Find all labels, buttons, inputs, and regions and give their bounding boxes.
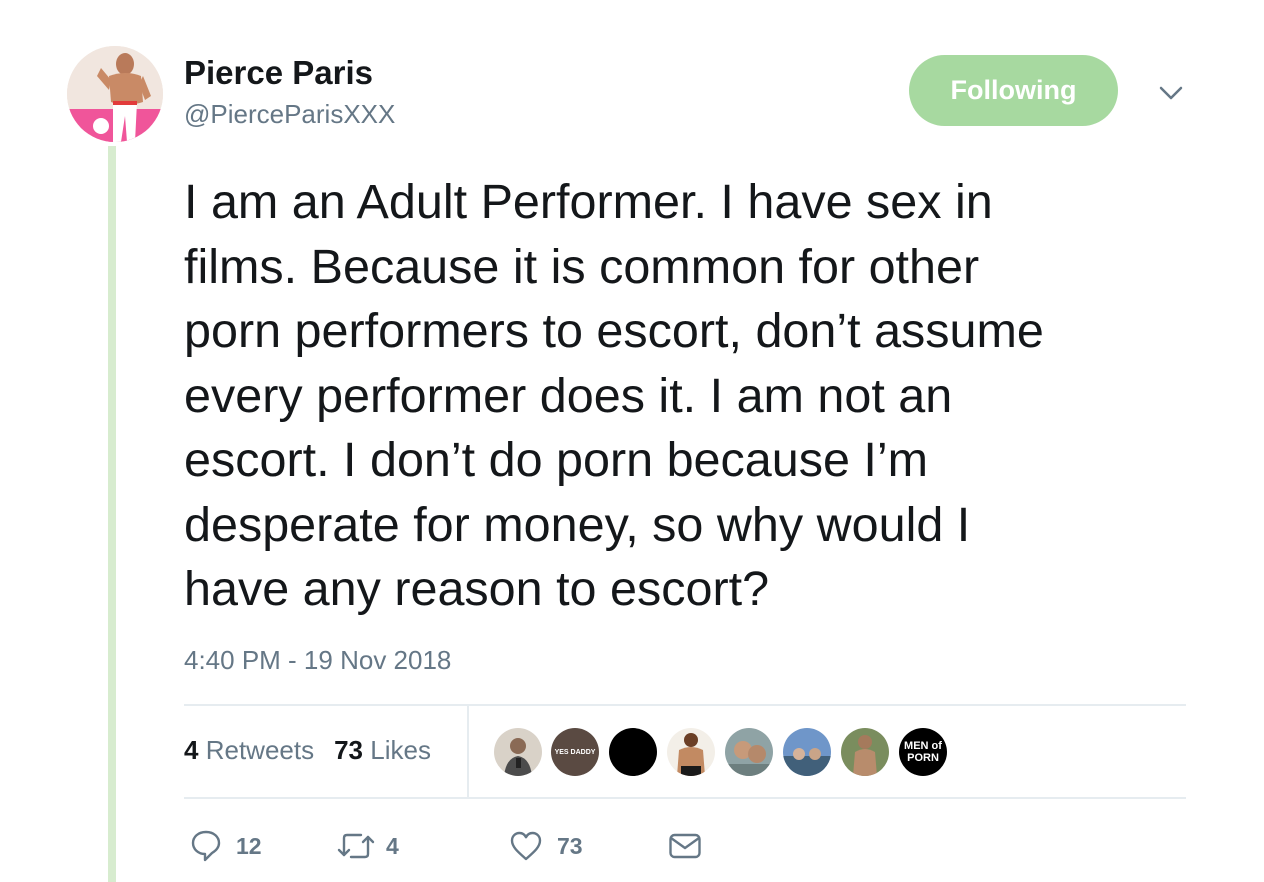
- liker-avatar-5[interactable]: [725, 728, 773, 776]
- tweet-stats: 4 Retweets 73 Likes: [184, 735, 431, 766]
- like-button[interactable]: 73: [509, 826, 583, 866]
- liker-avatar-3[interactable]: [609, 728, 657, 776]
- user-handle[interactable]: @PierceParisXXX: [184, 99, 395, 130]
- divider: [184, 797, 1186, 799]
- retweets-stat[interactable]: 4 Retweets: [184, 735, 314, 766]
- liker-avatar-text: MEN of PORN: [904, 740, 942, 764]
- retweet-count: 4: [386, 832, 399, 859]
- liker-avatar-6[interactable]: [783, 728, 831, 776]
- liker-avatar-8[interactable]: MEN of PORN: [899, 728, 947, 776]
- tweet-timestamp[interactable]: 4:40 PM - 19 Nov 2018: [184, 645, 451, 676]
- thread-line: [108, 146, 116, 882]
- chevron-down-icon[interactable]: [1158, 82, 1184, 104]
- avatar[interactable]: [67, 46, 163, 142]
- retweet-button[interactable]: 4: [336, 826, 399, 866]
- envelope-icon: [669, 833, 701, 859]
- heart-icon: [510, 831, 542, 861]
- liker-photo-icon: [841, 728, 889, 776]
- likes-label: Likes: [370, 735, 431, 765]
- likes-stat[interactable]: 73 Likes: [334, 735, 431, 766]
- retweets-count: 4: [184, 735, 199, 765]
- liker-avatar-text: YES DADDY: [554, 748, 596, 756]
- reply-count: 12: [236, 832, 262, 859]
- divider: [184, 704, 1186, 706]
- tweet-text: I am an Adult Performer. I have sex in f…: [184, 175, 1044, 616]
- liker-avatar-1[interactable]: [494, 728, 542, 776]
- profile-photo-icon: [67, 46, 163, 142]
- liker-avatar-4[interactable]: [667, 728, 715, 776]
- retweets-label: Retweets: [205, 735, 315, 765]
- retweet-icon: [337, 833, 375, 859]
- like-count: 73: [557, 832, 583, 859]
- likes-count: 73: [334, 735, 364, 765]
- liker-avatar-2[interactable]: YES DADDY: [551, 728, 599, 776]
- stats-divider: [467, 706, 469, 797]
- reply-button[interactable]: 12: [190, 826, 262, 866]
- liker-photo-icon: [667, 728, 715, 776]
- liker-photo-icon: [494, 728, 542, 776]
- following-button[interactable]: Following: [909, 55, 1118, 126]
- direct-message-button[interactable]: [668, 826, 702, 866]
- display-name[interactable]: Pierce Paris: [184, 54, 373, 92]
- liker-photo-icon: [725, 728, 773, 776]
- liker-photo-icon: [783, 728, 831, 776]
- reply-icon: [191, 830, 221, 862]
- liker-avatar-7[interactable]: [841, 728, 889, 776]
